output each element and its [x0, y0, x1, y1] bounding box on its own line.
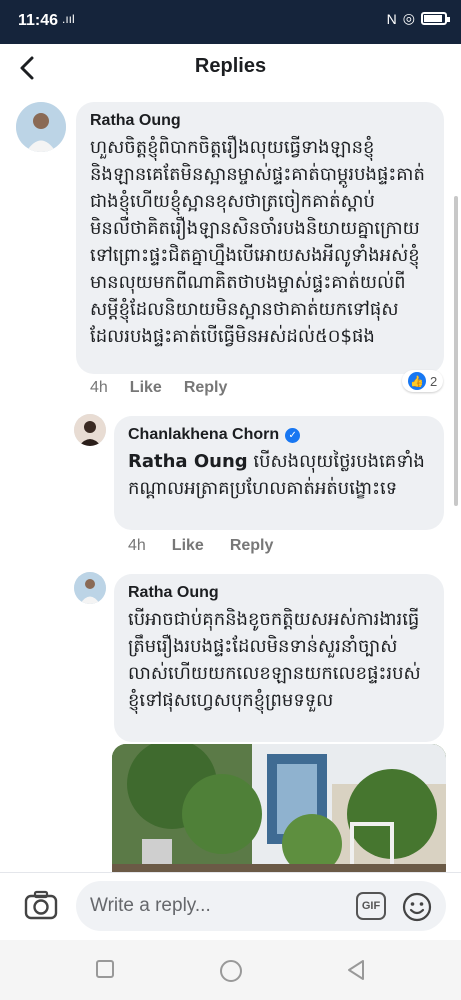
page-title: Replies: [194, 55, 267, 77]
reply-placeholder[interactable]: Write a reply...: [90, 895, 211, 917]
home-icon[interactable]: [218, 958, 244, 984]
comment-actions: 4h Like Reply: [128, 537, 273, 555]
reaction-count[interactable]: 👍 2: [402, 370, 444, 392]
avatar[interactable]: [74, 572, 106, 604]
avatar[interactable]: [16, 102, 66, 152]
comment-bubble[interactable]: Ratha Oung ហួសចិត្តខ្ញុំពិបាកចិត្តរឿងលុយ…: [76, 102, 444, 374]
verified-badge-icon: ✓: [285, 427, 301, 443]
comment-text: Ratha Oung បើសងលុយថ្លៃរបងគេទាំងកណ្ដាលអត្…: [128, 451, 425, 499]
system-navigation-bar: [0, 940, 461, 1000]
reply-composer: Write a reply... GIF: [0, 872, 461, 940]
like-button[interactable]: Like: [130, 379, 162, 397]
comment-bubble[interactable]: Chanlakhena Chorn ✓ Ratha Oung បើសងលុយថ្…: [114, 416, 444, 530]
signal-icon: .ııl: [62, 12, 75, 26]
comment-time: 4h: [128, 537, 146, 554]
comment-author[interactable]: Ratha Oung: [128, 584, 430, 602]
reaction-number: 2: [430, 373, 438, 389]
battery-icon: [421, 12, 450, 25]
mention-link[interactable]: Ratha Oung: [128, 451, 248, 472]
like-button[interactable]: Like: [172, 537, 204, 555]
nfc-icon: N: [386, 10, 397, 27]
comment-text: បើអាចជាប់គុកនិងខូចកត្តិយសអស់ការងារធ្វើត្…: [128, 609, 421, 711]
emoji-icon[interactable]: [402, 892, 432, 922]
like-icon: 👍: [408, 372, 426, 390]
reply-button[interactable]: Reply: [230, 537, 274, 555]
attached-photo[interactable]: [112, 744, 446, 872]
replies-feed[interactable]: Ratha Oung ហួសចិត្តខ្ញុំពិបាកចិត្តរឿងលុយ…: [0, 96, 461, 872]
status-bar: 11:46 .ııl N ◎: [0, 0, 461, 44]
comment-bubble[interactable]: Ratha Oung បើអាចជាប់គុកនិងខូចកត្តិយសអស់ក…: [114, 574, 444, 742]
camera-icon[interactable]: [24, 890, 58, 920]
gif-button[interactable]: GIF: [356, 892, 386, 920]
reply-button[interactable]: Reply: [184, 379, 228, 397]
avatar[interactable]: [74, 414, 106, 446]
recents-icon[interactable]: [94, 958, 116, 980]
comment-author[interactable]: Chanlakhena Chorn ✓: [128, 426, 430, 444]
comment-author[interactable]: Ratha Oung: [90, 112, 430, 130]
header: Replies: [0, 44, 461, 96]
comment-actions: 4h Like Reply: [90, 379, 227, 397]
back-nav-icon[interactable]: [344, 958, 368, 982]
status-icons: N ◎: [386, 10, 450, 27]
comment-time: 4h: [90, 379, 108, 396]
status-time: 11:46: [18, 12, 59, 29]
wifi-icon: ◎: [402, 10, 415, 26]
comment-text: ហួសចិត្តខ្ញុំពិបាកចិត្តរឿងលុយធ្វើទាងឡានខ…: [90, 137, 425, 347]
scrollbar[interactable]: [454, 196, 458, 506]
